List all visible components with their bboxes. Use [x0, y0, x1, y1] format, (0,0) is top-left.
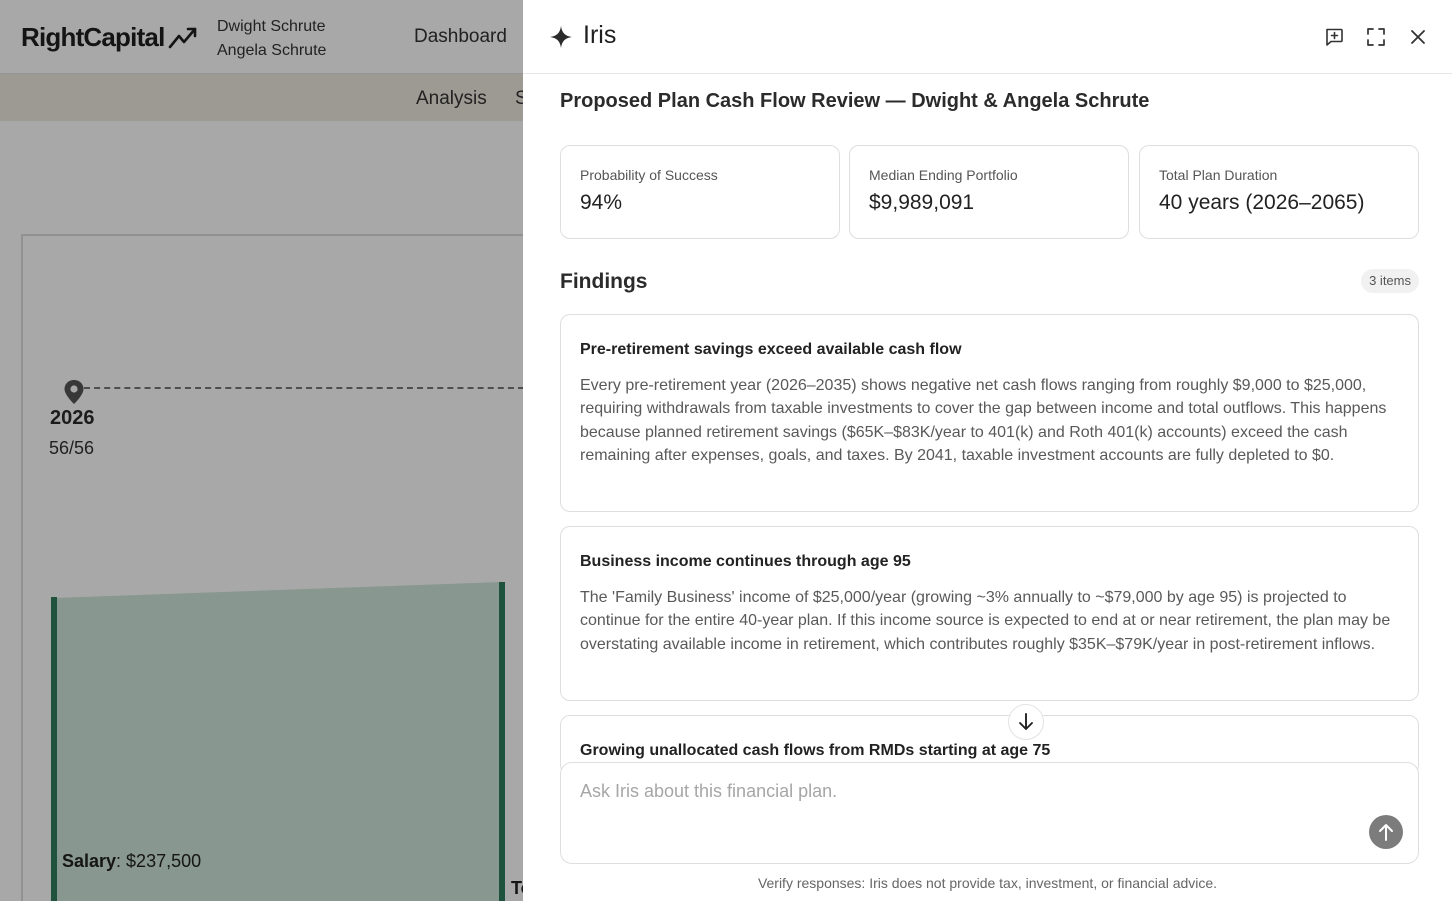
metric-label: Probability of Success: [580, 167, 718, 183]
scroll-to-bottom-button[interactable]: [1008, 704, 1044, 740]
drawer-title: Iris: [583, 21, 617, 49]
findings-heading: Findings: [560, 270, 648, 293]
expand-button[interactable]: [1364, 25, 1388, 49]
finding-card[interactable]: Pre-retirement savings exceed available …: [560, 314, 1419, 512]
iris-drawer: Iris Proposed Plan Cash Flow Review — Dw…: [523, 0, 1452, 901]
modal-overlay[interactable]: [0, 0, 523, 901]
finding-card[interactable]: Business income continues through age 95…: [560, 526, 1419, 701]
close-button[interactable]: [1406, 25, 1430, 49]
drawer-header: Iris: [523, 0, 1452, 74]
finding-title: Business income continues through age 95: [580, 553, 911, 570]
review-title: Proposed Plan Cash Flow Review — Dwight …: [560, 90, 1150, 112]
finding-title: Pre-retirement savings exceed available …: [580, 341, 962, 358]
metric-value: 94%: [580, 191, 623, 214]
metric-card-portfolio: Median Ending Portfolio $9,989,091: [849, 145, 1129, 239]
disclaimer: Verify responses: Iris does not provide …: [757, 875, 1218, 891]
metric-label: Median Ending Portfolio: [869, 167, 1018, 183]
new-chat-icon: [1326, 28, 1343, 46]
finding-body: Every pre-retirement year (2026–2035) sh…: [580, 377, 1387, 464]
sparkle-icon: [550, 26, 572, 48]
arrow-down-icon: [1019, 713, 1033, 730]
chat-input[interactable]: [580, 781, 1360, 831]
findings-count-badge: 3 items: [1361, 269, 1419, 293]
finding-title: Growing unallocated cash flows from RMDs…: [580, 742, 1051, 759]
metric-card-probability: Probability of Success 94%: [560, 145, 840, 239]
metric-value: $9,989,091: [869, 191, 975, 214]
finding-body: The 'Family Business' income of $25,000/…: [580, 589, 1391, 653]
send-button[interactable]: [1369, 815, 1403, 849]
close-icon: [1411, 30, 1425, 44]
expand-icon: [1367, 28, 1385, 46]
metric-value: 40 years (2026–2065): [1159, 191, 1365, 214]
arrow-up-icon: [1379, 824, 1393, 841]
metric-card-duration: Total Plan Duration 40 years (2026–2065): [1139, 145, 1419, 239]
chat-input-box: [560, 762, 1419, 864]
metric-label: Total Plan Duration: [1159, 167, 1278, 183]
new-chat-button[interactable]: [1322, 25, 1346, 49]
